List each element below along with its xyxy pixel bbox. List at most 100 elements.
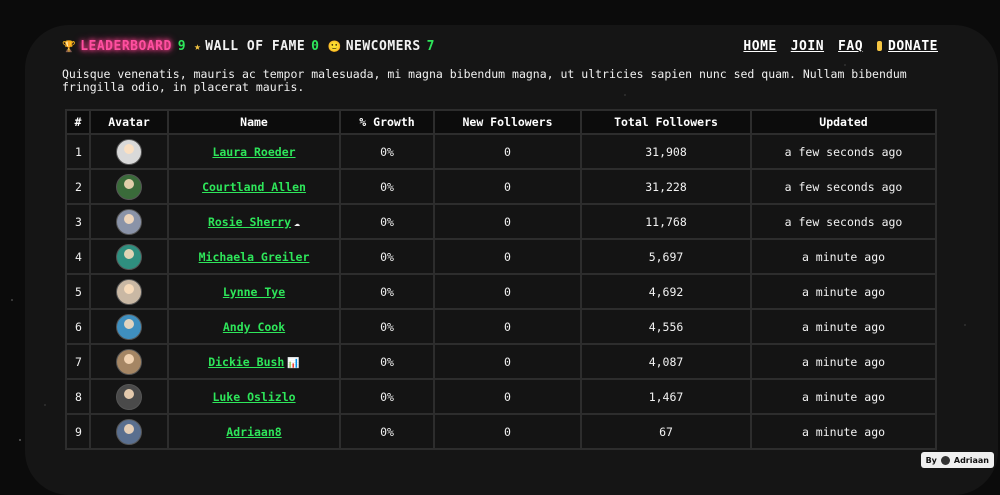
nav-newcomers[interactable]: 🙂 NEWCOMERS 7 <box>328 39 435 54</box>
user-profile-link[interactable]: Lynne Tye <box>223 285 285 299</box>
nav-wall-of-fame-label: WALL OF FAME <box>205 38 306 54</box>
user-profile-link[interactable]: Adriaan8 <box>226 425 281 439</box>
leaderboard-table-wrapper: # Avatar Name % Growth New Followers Tot… <box>65 109 937 450</box>
updated-cell: a few seconds ago <box>750 133 937 170</box>
total-followers-cell: 1,467 <box>580 378 752 415</box>
user-profile-link[interactable]: Courtland Allen <box>202 180 306 194</box>
updated-cell: a minute ago <box>750 308 937 345</box>
avatar[interactable] <box>116 313 142 340</box>
smiley-icon: 🙂 <box>327 39 342 53</box>
user-profile-link[interactable]: Michaela Greiler <box>199 250 310 264</box>
nav-newcomers-label: NEWCOMERS <box>345 38 421 54</box>
rank-cell: 2 <box>65 168 91 205</box>
new-followers-cell: 0 <box>433 273 582 310</box>
avatar[interactable] <box>116 383 142 410</box>
new-followers-cell: 0 <box>433 133 582 170</box>
new-followers-cell: 0 <box>433 168 582 205</box>
new-followers-cell: 0 <box>433 413 582 450</box>
nav-faq-link[interactable]: FAQ <box>838 39 863 54</box>
growth-cell: 0% <box>339 413 435 450</box>
table-row: 3 Rosie Sherry ☁ 0% 0 11,768 a few seconds ago <box>65 203 937 240</box>
name-cell: Lynne Tye <box>167 273 341 310</box>
col-name[interactable]: Name <box>167 109 341 135</box>
user-profile-link[interactable]: Dickie Bush <box>208 355 284 369</box>
user-profile-link[interactable]: Luke Oslizlo <box>212 390 295 404</box>
avatar-cell <box>89 378 169 415</box>
growth-cell: 0% <box>339 168 435 205</box>
col-new-followers[interactable]: New Followers <box>433 109 582 135</box>
nav-leaderboard-count: 9 <box>177 38 187 54</box>
new-followers-cell: 0 <box>433 238 582 275</box>
nav-home-link[interactable]: HOME <box>743 39 776 54</box>
new-followers-cell: 0 <box>433 308 582 345</box>
rank-cell: 5 <box>65 273 91 310</box>
updated-cell: a few seconds ago <box>750 168 937 205</box>
table-row: 6 Andy Cook 0% 0 4,556 a minute ago <box>65 308 937 345</box>
updated-cell: a minute ago <box>750 273 937 310</box>
growth-cell: 0% <box>339 378 435 415</box>
col-total-followers[interactable]: Total Followers <box>580 109 752 135</box>
nav-donate-link[interactable]: DONATE <box>877 39 938 54</box>
user-profile-link[interactable]: Andy Cook <box>223 320 285 334</box>
star-icon: ★ <box>194 39 202 53</box>
total-followers-cell: 4,087 <box>580 343 752 380</box>
updated-cell: a minute ago <box>750 343 937 380</box>
table-row: 5 Lynne Tye 0% 0 4,692 a minute ago <box>65 273 937 310</box>
total-followers-cell: 31,228 <box>580 168 752 205</box>
growth-cell: 0% <box>339 343 435 380</box>
growth-cell: 0% <box>339 273 435 310</box>
nav-newcomers-count: 7 <box>426 38 435 54</box>
name-cell: Andy Cook <box>167 308 341 345</box>
rank-cell: 6 <box>65 308 91 345</box>
avatar[interactable] <box>116 208 142 235</box>
updated-cell: a minute ago <box>750 413 937 450</box>
total-followers-cell: 11,768 <box>580 203 752 240</box>
col-updated[interactable]: Updated <box>750 109 937 135</box>
badge-by: By <box>925 455 937 465</box>
avatar[interactable] <box>116 243 142 270</box>
trophy-icon: 🏆 <box>62 39 77 53</box>
table-row: 9 Adriaan8 0% 0 67 a minute ago <box>65 413 937 450</box>
avatar-cell <box>89 168 169 205</box>
col-rank[interactable]: # <box>65 109 91 135</box>
growth-cell: 0% <box>339 238 435 275</box>
new-followers-cell: 0 <box>433 378 582 415</box>
name-emoji-icon: ☁ <box>294 217 301 229</box>
new-followers-cell: 0 <box>433 203 582 240</box>
nav-wall-of-fame-count: 0 <box>311 38 320 54</box>
avatar-cell <box>89 343 169 380</box>
updated-cell: a minute ago <box>750 378 937 415</box>
avatar[interactable] <box>116 173 142 200</box>
name-emoji-icon: 📊 <box>287 357 300 369</box>
nav-leaderboard[interactable]: 🏆 LEADERBOARD 9 <box>62 39 186 54</box>
total-followers-cell: 4,556 <box>580 308 752 345</box>
growth-cell: 0% <box>339 203 435 240</box>
avatar-cell <box>89 133 169 170</box>
avatar[interactable] <box>116 348 142 375</box>
avatar[interactable] <box>116 278 142 305</box>
rank-cell: 9 <box>65 413 91 450</box>
author-avatar-icon <box>940 455 950 465</box>
nav-left: 🏆 LEADERBOARD 9 ★ WALL OF FAME 0 🙂 NEWCO… <box>62 39 443 54</box>
avatar-cell <box>89 413 169 450</box>
col-avatar[interactable]: Avatar <box>89 109 169 135</box>
growth-cell: 0% <box>339 308 435 345</box>
avatar[interactable] <box>116 418 142 445</box>
table-row: 2 Courtland Allen 0% 0 31,228 a few seconds a… <box>65 168 937 205</box>
user-profile-link[interactable]: Rosie Sherry <box>208 215 291 229</box>
avatar[interactable] <box>116 138 142 165</box>
rank-cell: 3 <box>65 203 91 240</box>
author-badge[interactable]: By Adriaan <box>920 452 994 468</box>
updated-cell: a few seconds ago <box>750 203 937 240</box>
rank-cell: 4 <box>65 238 91 275</box>
top-nav: 🏆 LEADERBOARD 9 ★ WALL OF FAME 0 🙂 NEWCO… <box>62 36 938 56</box>
name-cell: Michaela Greiler <box>167 238 341 275</box>
user-profile-link[interactable]: Laura Roeder <box>212 145 295 159</box>
name-cell: Adriaan8 <box>167 413 341 450</box>
nav-join-link[interactable]: JOIN <box>791 39 824 54</box>
col-growth[interactable]: % Growth <box>339 109 435 135</box>
total-followers-cell: 4,692 <box>580 273 752 310</box>
nav-wall-of-fame[interactable]: ★ WALL OF FAME 0 <box>194 39 319 54</box>
table-row: 7 Dickie Bush 📊 0% 0 4,087 a minute ago <box>65 343 937 380</box>
table-row: 8 Luke Oslizlo 0% 0 1,467 a minute ago <box>65 378 937 415</box>
